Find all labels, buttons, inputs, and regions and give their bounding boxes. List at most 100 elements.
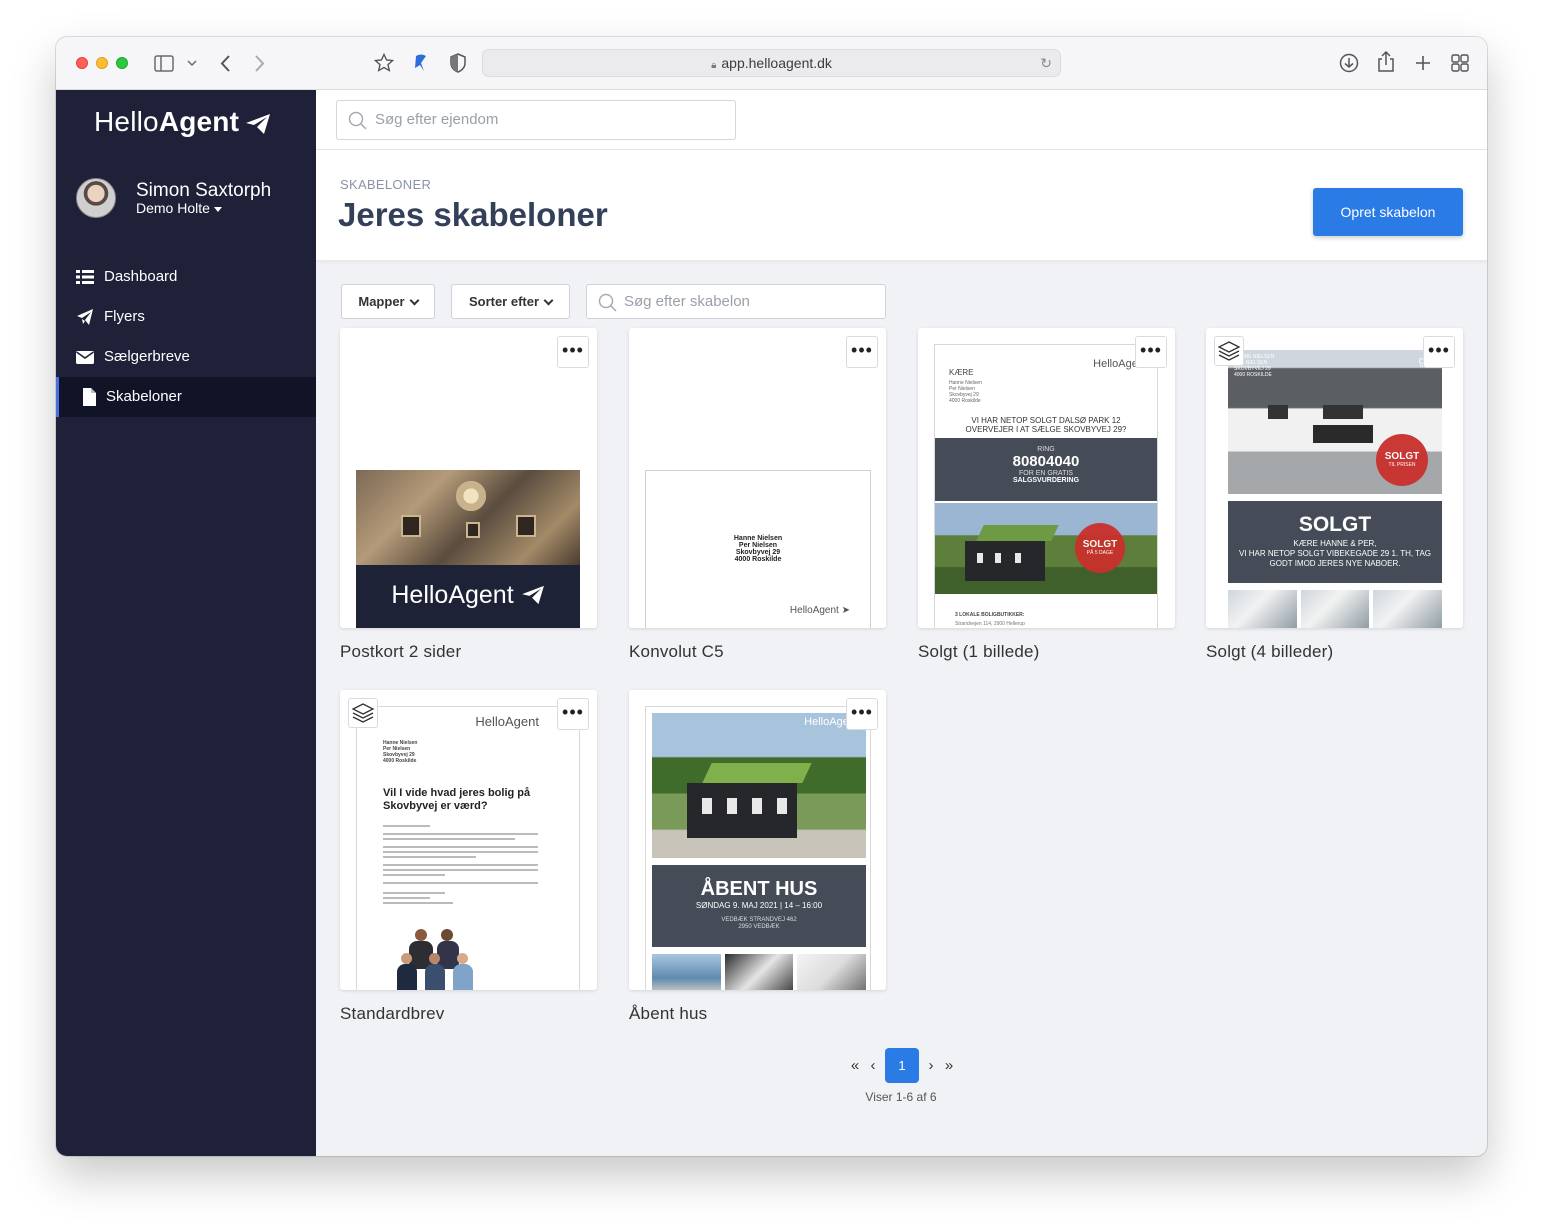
house-photo: HelloAgent xyxy=(652,713,866,858)
sidebar-item-flyers[interactable]: Flyers xyxy=(56,297,316,337)
back-icon[interactable] xyxy=(219,54,231,73)
address-bar[interactable]: 🔒︎ app.helloagent.dk ↻ xyxy=(482,49,1061,77)
list-icon xyxy=(76,270,94,284)
lock-icon: 🔒︎ xyxy=(711,60,717,71)
headline-line: OVERVEJER I AT SÆLGE SKOVBYVEJ 29? xyxy=(965,425,1127,434)
prev-page-button[interactable]: ‹ xyxy=(866,1048,880,1083)
template-title[interactable]: Solgt (1 billede) xyxy=(918,642,1040,662)
template-card-postkort[interactable]: ••• HelloAgent xyxy=(340,328,597,628)
share-icon[interactable] xyxy=(1377,51,1395,73)
sold-badge-title: SOLGT xyxy=(1082,539,1118,550)
reload-icon[interactable]: ↻ xyxy=(1040,50,1052,76)
search-icon xyxy=(348,111,367,130)
sidebar: HelloAgent Simon Saxtorph Demo Holte Das… xyxy=(56,90,316,1156)
current-page-button[interactable]: 1 xyxy=(885,1048,919,1083)
recipient-block: Hanne Nielsen Per Nielsen Skovbyvej 29 4000… xyxy=(949,380,982,404)
recipient-line: 4000 Roskilde xyxy=(949,398,981,404)
next-page-button[interactable]: › xyxy=(924,1048,938,1083)
sidebar-item-label: Dashboard xyxy=(104,268,178,285)
more-options-button[interactable]: ••• xyxy=(846,336,878,368)
sidebar-item-saelgerbreve[interactable]: Sælgerbreve xyxy=(56,337,316,377)
layers-icon[interactable] xyxy=(348,698,378,728)
last-page-button[interactable]: » xyxy=(942,1048,956,1083)
sidebar-item-label: Flyers xyxy=(104,308,145,325)
new-tab-icon[interactable] xyxy=(1414,54,1432,72)
letter-body-lines xyxy=(383,825,538,907)
sold-line: GODT IMOD JERES NYE NABOER. xyxy=(1269,559,1401,568)
sort-label: Sorter efter xyxy=(468,294,540,309)
postcard-logo-band: HelloAgent xyxy=(356,565,580,628)
extension-icon[interactable] xyxy=(412,53,430,73)
sort-dropdown[interactable]: Sorter efter xyxy=(451,284,570,319)
open-house-headline: ÅBENT HUS xyxy=(700,878,818,900)
open-house-address: VEDBÆK STRANDVEJ 462 xyxy=(721,917,797,923)
house-photo: SOLGT PÅ 5 DAGE xyxy=(935,503,1157,594)
chevron-down-icon xyxy=(409,295,420,306)
layers-icon[interactable] xyxy=(1214,336,1244,366)
letter-preview: HelloAgent Hanne Nielsen Per Nielsen Skovb… xyxy=(356,706,580,990)
template-title[interactable]: Postkort 2 sider xyxy=(340,642,461,662)
flyer-preview: HANNE NIELSEN PER NIELSEN SKOVBYVEJ 29 4000… xyxy=(1222,344,1448,628)
app-logo[interactable]: HelloAgent xyxy=(94,106,271,138)
cta-small: FOR EN GRATIS xyxy=(1019,470,1073,477)
folders-dropdown[interactable]: Mapper xyxy=(341,284,435,319)
browser-window: 🔒︎ app.helloagent.dk ↻ HelloAgent Simon S… xyxy=(56,37,1487,1156)
user-org-label: Demo Holte xyxy=(136,200,210,216)
logo-text-bold: Agent xyxy=(158,106,240,137)
template-card-standardbrev[interactable]: ••• HelloAgent Hanne Nielsen Per Nielsen S… xyxy=(340,690,597,990)
avatar[interactable] xyxy=(76,178,116,218)
letter-logo: HelloAgent xyxy=(475,714,539,729)
privacy-shield-icon[interactable] xyxy=(450,53,466,73)
sold-badge: SOLGT PÅ 5 DAGE xyxy=(1075,523,1125,573)
recipient-line: 4000 Roskilde xyxy=(383,758,417,764)
template-card-aabent-hus[interactable]: ••• HelloAgent ÅBENT HUS SØNDAG 9. MAJ 2… xyxy=(629,690,886,990)
sidebar-item-skabeloner[interactable]: Skabeloner xyxy=(56,377,316,417)
letter-headline: Vil I vide hvad jeres bolig på Skovbyvej… xyxy=(383,787,531,812)
headline-line: VI HAR NETOP SOLGT DALSØ PARK 12 xyxy=(971,416,1121,425)
envelope-preview: Hanne Nielsen Per Nielsen Skovbyvej 29 4… xyxy=(645,470,871,628)
footer-line: Strandvejen 114, 2900 Hellerup xyxy=(955,621,1025,627)
property-search-input[interactable]: Søg efter ejendom xyxy=(336,100,736,140)
sold-badge: SOLGT TIL PRISEN xyxy=(1376,434,1428,486)
postcard-logo-text: HelloAgent xyxy=(391,581,514,609)
sold-badge-sub: PÅ 5 DAGE xyxy=(1086,550,1114,556)
template-card-solgt-4[interactable]: ••• HANNE NIELSEN PER NIELSEN SKOVBYVEJ 29… xyxy=(1206,328,1463,628)
download-icon[interactable] xyxy=(1339,53,1359,73)
user-org-dropdown[interactable]: Demo Holte xyxy=(136,200,222,216)
template-title[interactable]: Konvolut C5 xyxy=(629,642,724,662)
more-options-button[interactable]: ••• xyxy=(557,336,589,368)
close-window-button[interactable] xyxy=(76,57,88,69)
flyer-headline: VI HAR NETOP SOLGT DALSØ PARK 12 OVERVEJE… xyxy=(935,416,1157,434)
sold-line: VI HAR NETOP SOLGT VIBEKEGADE 29 1. TH, … xyxy=(1238,549,1432,558)
more-options-button[interactable]: ••• xyxy=(846,698,878,730)
address-line: Per Nielsen xyxy=(738,542,778,549)
template-card-solgt-1[interactable]: ••• HelloAgent KÆRE Hanne Nielsen Per Nie… xyxy=(918,328,1175,628)
search-icon xyxy=(598,293,617,312)
template-title[interactable]: Åbent hus xyxy=(629,1004,707,1024)
tab-overview-icon[interactable] xyxy=(1451,54,1469,72)
first-page-button[interactable]: « xyxy=(848,1048,862,1083)
open-house-address: 2950 VEDBÆK xyxy=(738,924,780,930)
flyer-preview: HelloAgent ÅBENT HUS SØNDAG 9. MAJ 2021 … xyxy=(645,706,871,990)
template-search-input[interactable]: Søg efter skabelon xyxy=(586,284,886,319)
logo-text-light: Hello xyxy=(94,106,159,137)
sold-badge-title: SOLGT xyxy=(1384,451,1420,462)
minimize-window-button[interactable] xyxy=(96,57,108,69)
template-title[interactable]: Solgt (4 billeder) xyxy=(1206,642,1333,662)
breadcrumb[interactable]: SKABELONER xyxy=(340,177,431,192)
zoom-window-button[interactable] xyxy=(116,57,128,69)
bookmark-star-icon[interactable] xyxy=(374,53,394,73)
more-options-button[interactable]: ••• xyxy=(557,698,589,730)
sidebar-toggle-icon[interactable] xyxy=(154,55,174,72)
chevron-down-icon[interactable] xyxy=(187,60,197,67)
more-options-button[interactable]: ••• xyxy=(1135,336,1167,368)
search-placeholder: Søg efter ejendom xyxy=(375,111,499,128)
template-title[interactable]: Standardbrev xyxy=(340,1004,444,1024)
page-title: Jeres skabeloner xyxy=(338,196,608,233)
forward-icon[interactable] xyxy=(254,54,266,73)
more-options-button[interactable]: ••• xyxy=(1423,336,1455,368)
interior-photo xyxy=(356,470,580,565)
template-card-konvolut[interactable]: ••• Hanne Nielsen Per Nielsen Skovbyvej … xyxy=(629,328,886,628)
sidebar-item-dashboard[interactable]: Dashboard xyxy=(56,257,316,297)
create-template-button[interactable]: Opret skabelon xyxy=(1313,188,1463,236)
